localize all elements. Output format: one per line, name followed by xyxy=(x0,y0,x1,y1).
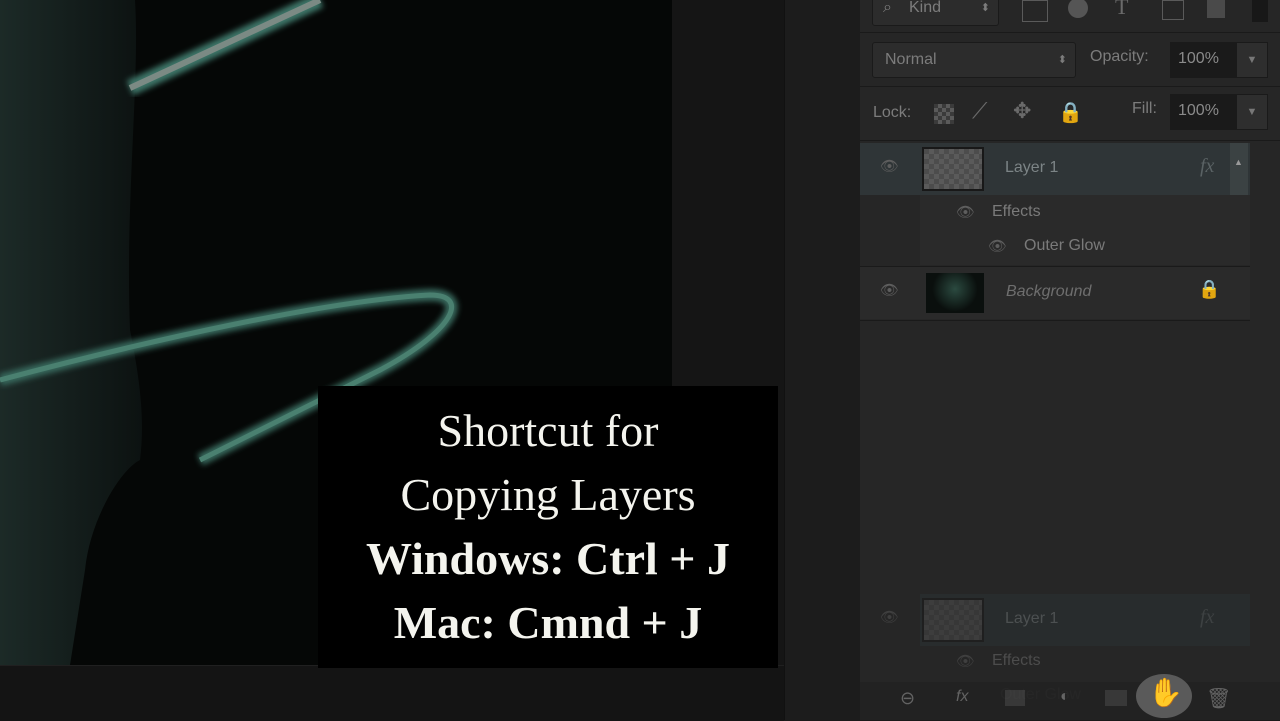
lock-all-icon[interactable]: 🔒 xyxy=(1058,100,1083,125)
layers-bottom-toolbar: ⊖ fx ◐ 🗑 xyxy=(860,682,1280,720)
opacity-input[interactable]: 100% xyxy=(1170,42,1244,78)
updown-icon: ⬍ xyxy=(980,2,990,14)
ghost-thumbnail xyxy=(922,598,984,642)
adjustment-icon[interactable]: ◐ xyxy=(1060,688,1070,706)
ghost-effects-eye-icon: 👁 xyxy=(956,653,976,670)
fill-label: Fill: xyxy=(1132,100,1157,117)
fx-icon[interactable]: fx xyxy=(956,688,968,706)
layer-row-background[interactable]: 👁 Background 🔒 xyxy=(860,267,1250,319)
scroll-up-icon: ▲ xyxy=(1234,157,1243,167)
fx-icon[interactable]: fx xyxy=(1200,155,1214,178)
layer-name[interactable]: Background xyxy=(1006,283,1091,301)
caption-mac-shortcut: Mac: Cmnd + J xyxy=(393,597,703,648)
fill-input[interactable]: 100% xyxy=(1170,94,1244,130)
search-icon: ⌕ xyxy=(883,0,892,16)
lock-label: Lock: xyxy=(873,104,912,121)
chevron-down-icon: ▼ xyxy=(1246,106,1258,118)
outer-glow-visibility-icon[interactable]: 👁 xyxy=(988,237,1007,255)
effects-visibility-icon[interactable]: 👁 xyxy=(956,203,975,221)
layer-name[interactable]: Layer 1 xyxy=(1005,159,1058,177)
link-layers-icon[interactable]: ⊖ xyxy=(900,688,915,709)
lock-paint-icon[interactable]: ⟋ xyxy=(972,98,987,124)
drag-cursor-highlight: ✋ xyxy=(1136,674,1192,718)
group-icon[interactable] xyxy=(1105,690,1127,706)
layers-panel: ⌕ Kind ⬍ T Normal ⬍ Opacity: 100% ▼ Lock… xyxy=(860,0,1280,720)
chevron-down-icon: ▼ xyxy=(1246,54,1258,66)
outer-glow-label: Outer Glow xyxy=(1024,237,1105,254)
visibility-eye-icon[interactable]: 👁 xyxy=(880,157,899,175)
blend-mode-value: Normal xyxy=(885,51,937,68)
filter-kind-label: Kind xyxy=(909,0,942,16)
trash-icon[interactable]: 🗑 xyxy=(1206,686,1231,711)
ghost-effects-label: Effects xyxy=(992,652,1041,669)
layer-thumbnail xyxy=(922,147,984,191)
canvas-status-bar xyxy=(0,665,784,721)
scrollbar-thumb[interactable]: ▲ xyxy=(1230,143,1248,195)
filter-toggle[interactable] xyxy=(1252,0,1268,22)
panel-dock-gap xyxy=(784,0,861,720)
ghost-layer-name: Layer 1 xyxy=(1005,610,1059,627)
shortcut-caption: Shortcut for Copying Layers Windows: Ctr… xyxy=(318,386,778,668)
caption-line-1: Shortcut for xyxy=(437,405,659,456)
ghost-fx-icon: fx xyxy=(1200,606,1215,628)
fill-dropdown-button[interactable]: ▼ xyxy=(1236,94,1268,130)
image-filter-icon[interactable] xyxy=(1022,0,1048,22)
opacity-label: Opacity: xyxy=(1090,48,1149,65)
opacity-dropdown-button[interactable]: ▼ xyxy=(1236,42,1268,78)
effects-label: Effects xyxy=(992,203,1041,220)
updown-icon: ⬍ xyxy=(1057,54,1067,66)
type-filter-icon[interactable]: T xyxy=(1115,0,1128,20)
lock-icon: 🔒 xyxy=(1198,279,1221,299)
lock-position-icon[interactable]: ✥ xyxy=(1013,98,1031,124)
blend-mode-select[interactable]: Normal ⬍ xyxy=(872,42,1076,78)
caption-windows-shortcut: Windows: Ctrl + J xyxy=(365,533,730,584)
outer-glow-row[interactable]: 👁 Outer Glow xyxy=(920,231,1250,265)
shape-filter-icon[interactable] xyxy=(1162,0,1184,20)
smart-object-filter-icon[interactable] xyxy=(1207,0,1225,18)
filter-kind-select[interactable]: ⌕ Kind ⬍ xyxy=(872,0,999,26)
figure-silhouette xyxy=(0,0,142,665)
layer-row-layer-1[interactable]: 👁 Layer 1 fx xyxy=(860,143,1250,195)
visibility-eye-icon: 👁 xyxy=(880,609,900,626)
adjustment-filter-icon[interactable] xyxy=(1068,0,1088,18)
grab-hand-cursor-icon: ✋ xyxy=(1148,677,1183,708)
background-thumbnail xyxy=(926,273,984,313)
caption-line-2: Copying Layers xyxy=(400,469,696,520)
visibility-eye-icon[interactable]: 👁 xyxy=(880,281,899,299)
mask-icon[interactable] xyxy=(1005,690,1025,706)
lock-transparent-icon[interactable] xyxy=(934,104,954,124)
effects-row[interactable]: 👁 Effects xyxy=(920,195,1250,231)
